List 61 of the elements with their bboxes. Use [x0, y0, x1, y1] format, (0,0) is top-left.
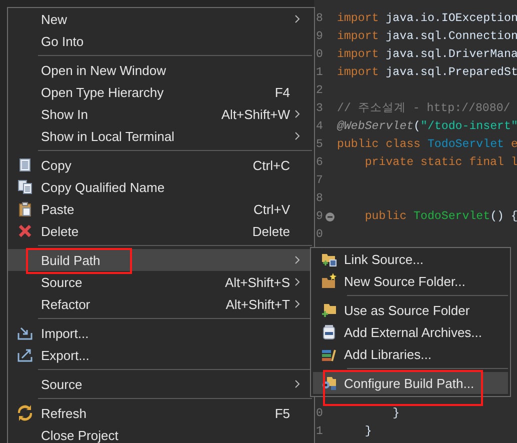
document-icon: [16, 157, 32, 173]
menu-item[interactable]: Open in New Window: [8, 59, 314, 81]
folder-star-icon: [320, 273, 336, 289]
menu-item[interactable]: Add External Archives...: [313, 321, 508, 343]
menu-item[interactable]: Use as Source Folder: [313, 299, 508, 321]
menu-item[interactable]: Source: [8, 373, 314, 395]
code-line: import java.sql.Connection: [337, 29, 517, 45]
code-line: public TodoServlet() {: [364, 209, 517, 225]
refresh-icon: [16, 405, 32, 421]
folder-gear-icon: [320, 375, 336, 391]
menu-item[interactable]: Link Source...: [313, 248, 508, 270]
menu-item[interactable]: Import...: [8, 322, 314, 344]
menu-item[interactable]: Close Project: [8, 424, 314, 443]
menu-item[interactable]: Show in Local Terminal: [8, 125, 314, 147]
line-number: 6: [315, 155, 324, 171]
code-line: public class TodoServlet e: [337, 137, 517, 153]
clipboard-icon: [16, 201, 32, 217]
line-number: 8: [315, 11, 324, 27]
code-line: import java.io.IOException: [337, 11, 517, 27]
code-line: }: [364, 424, 372, 440]
menu-item[interactable]: Copy Qualified Name: [8, 176, 314, 198]
folder-plus-icon: [320, 302, 336, 318]
menu-item[interactable]: Source Alt+Shift+S: [8, 271, 314, 293]
menu-item[interactable]: Delete Delete: [8, 220, 314, 242]
menu-item[interactable]: Refresh F5: [8, 402, 314, 424]
jar-icon: [320, 324, 336, 340]
menu-item[interactable]: Open Type Hierarchy F4: [8, 81, 314, 103]
code-line: import java.sql.PreparedSt: [337, 65, 517, 81]
menu-item[interactable]: Configure Build Path...: [313, 372, 508, 394]
line-number: 1: [315, 65, 324, 81]
line-number: 9: [315, 209, 324, 225]
line-number: 0: [315, 227, 324, 243]
menu-item[interactable]: Add Libraries...: [313, 343, 508, 365]
code-line: private static final l: [364, 155, 517, 171]
code-line: @WebServlet("/todo-insert": [337, 119, 517, 135]
line-number: 5: [315, 137, 324, 153]
code-line: // 주소설계 - http://8080/: [337, 101, 510, 117]
export-icon: [16, 347, 32, 363]
line-number: 9: [315, 29, 324, 45]
menu-item[interactable]: Go Into: [8, 30, 314, 52]
line-number: 0: [315, 406, 324, 422]
documents-icon: [16, 179, 32, 195]
menu-item[interactable]: New Source Folder...: [313, 270, 508, 292]
folder-icon: [320, 251, 336, 267]
line-number: 1: [315, 424, 324, 440]
menu-item[interactable]: Export...: [8, 344, 314, 366]
menu-item[interactable]: Copy Ctrl+C: [8, 154, 314, 176]
line-number: 7: [315, 173, 324, 189]
import-icon: [16, 325, 32, 341]
line-number: 2: [315, 83, 324, 99]
line-number: 8: [315, 191, 324, 207]
line-number: 0: [315, 47, 324, 63]
menu-item[interactable]: Show In Alt+Shift+W: [8, 103, 314, 125]
menu-item[interactable]: Refactor Alt+Shift+T: [8, 293, 314, 315]
line-number: 4: [315, 119, 324, 135]
fold-icon[interactable]: [325, 212, 335, 222]
line-number: 3: [315, 101, 324, 117]
code-line: }: [392, 406, 400, 422]
menu-item[interactable]: New: [8, 8, 314, 30]
menu-item[interactable]: Paste Ctrl+V: [8, 198, 314, 220]
delete-icon: [16, 223, 32, 239]
